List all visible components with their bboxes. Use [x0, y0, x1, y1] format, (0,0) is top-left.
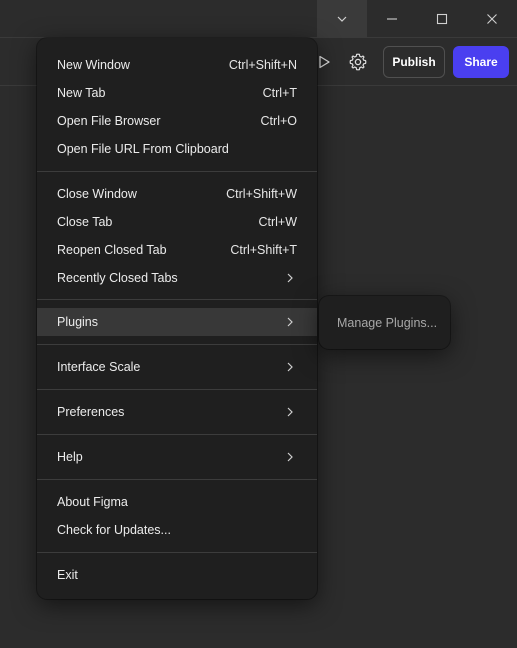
- menu-item-shortcut: Ctrl+W: [258, 215, 297, 229]
- menu-item-label: Close Tab: [57, 215, 113, 229]
- menu-item-preferences[interactable]: Preferences: [37, 398, 317, 426]
- menu-divider: [37, 434, 317, 435]
- title-bar: [0, 0, 517, 38]
- menu-item-label: Help: [57, 450, 83, 464]
- chevron-right-icon: [284, 272, 296, 284]
- chevron-right-icon: [284, 361, 296, 373]
- menu-divider: [37, 344, 317, 345]
- menu-divider: [37, 552, 317, 553]
- menu-item-check-for-updates[interactable]: Check for Updates...: [37, 516, 317, 544]
- chevron-right-icon: [284, 316, 296, 328]
- menu-item-new-tab[interactable]: New Tab Ctrl+T: [37, 79, 317, 107]
- menu-item-shortcut: Ctrl+Shift+T: [230, 243, 297, 257]
- menu-item-label: New Window: [57, 58, 130, 72]
- close-icon: [487, 14, 497, 24]
- plugins-submenu: Manage Plugins...: [319, 296, 450, 349]
- menu-divider: [37, 389, 317, 390]
- minimize-icon: [387, 18, 397, 20]
- share-button[interactable]: Share: [453, 46, 509, 78]
- menu-item-about-figma[interactable]: About Figma: [37, 488, 317, 516]
- menu-divider: [37, 299, 317, 300]
- window-menu-button[interactable]: [317, 0, 367, 38]
- maximize-button[interactable]: [417, 0, 467, 38]
- menu-item-exit[interactable]: Exit: [37, 561, 317, 589]
- menu-item-label: Open File URL From Clipboard: [57, 142, 229, 156]
- menu-item-label: Reopen Closed Tab: [57, 243, 167, 257]
- menu-item-close-window[interactable]: Close Window Ctrl+Shift+W: [37, 180, 317, 208]
- menu-item-shortcut: Ctrl+T: [262, 86, 297, 100]
- menu-item-label: New Tab: [57, 86, 106, 100]
- menu-item-shortcut: Ctrl+Shift+N: [228, 58, 297, 72]
- chevron-right-icon: [284, 406, 296, 418]
- menu-item-open-file-url[interactable]: Open File URL From Clipboard: [37, 135, 317, 163]
- menu-item-label: Open File Browser: [57, 114, 161, 128]
- menu-item-interface-scale[interactable]: Interface Scale: [37, 353, 317, 381]
- chevron-right-icon: [284, 451, 296, 463]
- menu-item-label: Interface Scale: [57, 360, 141, 374]
- play-icon: [319, 55, 330, 69]
- menu-item-help[interactable]: Help: [37, 443, 317, 471]
- menu-item-new-window[interactable]: New Window Ctrl+Shift+N: [37, 51, 317, 79]
- chevron-down-icon: [337, 16, 347, 22]
- menu-item-close-tab[interactable]: Close Tab Ctrl+W: [37, 208, 317, 236]
- menu-item-label: Recently Closed Tabs: [57, 271, 178, 285]
- menu-item-label: Plugins: [57, 315, 98, 329]
- main-menu: New Window Ctrl+Shift+N New Tab Ctrl+T O…: [37, 38, 317, 599]
- menu-item-plugins[interactable]: Plugins: [37, 308, 317, 336]
- menu-item-shortcut: Ctrl+Shift+W: [226, 187, 297, 201]
- menu-item-label: About Figma: [57, 495, 128, 509]
- menu-item-label: Close Window: [57, 187, 137, 201]
- minimize-button[interactable]: [367, 0, 417, 38]
- maximize-icon: [436, 13, 448, 25]
- menu-item-reopen-closed-tab[interactable]: Reopen Closed Tab Ctrl+Shift+T: [37, 236, 317, 264]
- menu-item-label: Exit: [57, 568, 78, 582]
- settings-button[interactable]: [346, 50, 370, 74]
- menu-divider: [37, 171, 317, 172]
- publish-button[interactable]: Publish: [383, 46, 445, 78]
- submenu-item-manage-plugins[interactable]: Manage Plugins...: [319, 309, 450, 337]
- menu-item-label: Preferences: [57, 405, 125, 419]
- gear-icon: [349, 53, 367, 71]
- menu-item-recently-closed-tabs[interactable]: Recently Closed Tabs: [37, 264, 317, 292]
- menu-divider: [37, 479, 317, 480]
- menu-item-open-file-browser[interactable]: Open File Browser Ctrl+O: [37, 107, 317, 135]
- menu-item-shortcut: Ctrl+O: [260, 114, 297, 128]
- close-window-button[interactable]: [467, 0, 517, 38]
- menu-item-label: Check for Updates...: [57, 523, 171, 537]
